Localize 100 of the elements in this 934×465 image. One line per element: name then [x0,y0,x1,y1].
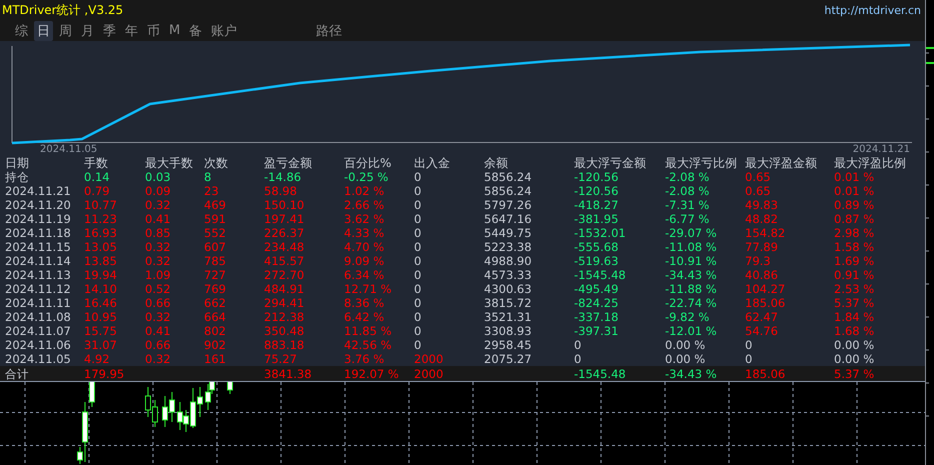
table-cell-text: 0.79 [84,184,111,198]
table-cell-text: 591 [204,212,227,226]
tab[interactable]: M [166,22,184,39]
table-cell-text: 769 [204,282,227,296]
table-cell-text: -1545.48 [574,366,627,380]
table-cell-text: 185.06 [745,296,786,310]
table-cell-text: 0.00 % [834,338,876,352]
column-header: 出入金 [414,156,451,170]
table-cell-text: 48.82 [745,212,779,226]
table-cell-text: 4.70 % [344,240,386,254]
website-link[interactable]: http://mtdriver.cn [824,4,921,16]
table-cell-text: 0.91 % [834,268,876,282]
table-cell-text: -34.43 % [665,268,718,282]
table-cell-text: 2024.11.07 [5,324,72,338]
tab[interactable]: 路径 [313,20,346,40]
table-cell-text: 4.33 % [344,226,386,240]
table-cell-text: 58.98 [264,184,298,198]
table-cell-text: 3.62 % [344,212,386,226]
table-cell-text: 3521.31 [484,310,533,324]
table-cell-text: 0 [745,338,754,352]
tab[interactable]: 综 [12,20,31,40]
table-cell-text: 持仓 [5,170,30,184]
table-cell-text: 0.32 [145,240,172,254]
table-cell-text: 0 [414,324,422,338]
table-cell-text: 0 [414,282,422,296]
tab[interactable]: 币 [144,20,163,40]
table-cell-text: 1.69 % [834,254,876,268]
table-cell-text: 合计 [5,366,30,380]
table-cell-text: 0 [745,352,754,366]
table-cell-text: -6.77 % [665,212,710,226]
tab[interactable]: 周 [56,20,75,40]
table-cell-text: -34.43 % [665,366,718,380]
table-cell-text: 0.14 [84,170,111,184]
table-cell-text: 1.02 % [344,184,386,198]
table-cell-text: 5856.24 [484,184,533,198]
window-title: MTDriver统计 ,V3.25 [2,2,124,18]
table-cell-text: 272.70 [264,268,306,282]
table-cell-text: 0 [414,198,422,212]
table-cell-text: 5.37 % [834,366,876,380]
table-cell-text: 2075.27 [484,352,533,366]
table-cell-text: -0.25 % [344,170,390,184]
table-cell-text: 104.27 [745,282,786,296]
table-cell-text: 161 [204,352,227,366]
table-cell-text: 62.47 [745,310,779,324]
table-cell-text: 0 [414,170,422,184]
table-cell-text: 0.85 [145,226,172,240]
tab[interactable]: 账户 [208,20,240,40]
table-cell-text: 0 [574,352,582,366]
tab[interactable]: 季 [100,20,119,40]
axis-label: 2024.11.05 [40,144,98,155]
table-cell-text: 79.3 [745,254,772,268]
table-cell-text: 12.71 % [344,282,393,296]
table-cell-text: 0.65 [745,184,772,198]
table-cell-text: -1532.01 [574,226,627,240]
table-cell-text: 5856.24 [484,170,533,184]
table-cell-text: 0 [414,254,422,268]
table-cell-text: 13.85 [84,254,118,268]
tab[interactable]: 日 [34,20,53,40]
table-cell-text: 802 [204,324,227,338]
tab[interactable]: 月 [78,20,97,40]
table-cell-text: -555.68 [574,240,620,254]
table-cell-text: 15.75 [84,324,118,338]
table-cell-text: 75.27 [264,352,298,366]
tab[interactable]: 年 [122,20,141,40]
table-cell-text: 2958.45 [484,338,533,352]
table-cell-text: 0 [414,226,422,240]
table-cell-text: -397.31 [574,324,620,338]
table-cell-text: 0 [414,212,422,226]
table-cell-text: 294.41 [264,296,306,310]
table-cell-text: 49.83 [745,198,779,212]
table-cell-text: -2.08 % [665,184,710,198]
table-cell-text: 415.57 [264,254,306,268]
candle [227,382,233,394]
table-cell-text: 0.87 % [834,212,876,226]
table-cell-text: 0.00 % [665,352,706,366]
table-cell-text: -9.82 % [665,310,710,324]
table-cell-text: 0.09 [145,184,172,198]
table-cell-text: 484.91 [264,282,306,296]
table-cell-text: 4988.90 [484,254,533,268]
table-cell-text: -10.91 % [665,254,718,268]
table-cell-text: 0 [414,184,422,198]
table-cell-text: 0.89 % [834,198,876,212]
table-cell-text: 197.41 [264,212,306,226]
table-cell-text: 2000 [414,352,444,366]
table-cell-text: 0 [574,338,582,352]
tab[interactable]: 备 [186,20,206,40]
table-cell-text: 2024.11.05 [5,352,72,366]
table-cell-text: 4300.63 [484,282,533,296]
column-header: 余额 [484,156,509,170]
table-cell-text: 0.32 [145,352,172,366]
column-header: 次数 [204,156,229,170]
table-cell-text: -22.74 % [665,296,718,310]
table-cell-text: 785 [204,254,227,268]
column-header: 最大浮盈金额 [745,156,818,170]
table-cell-text: 662 [204,296,227,310]
table-cell-text: -14.86 [264,170,302,184]
table-cell-text: 11.85 % [344,324,393,338]
table-cell-text: 40.86 [745,268,779,282]
table-cell-text: 2024.11.13 [5,268,72,282]
table-cell-text: 185.06 [745,366,786,380]
